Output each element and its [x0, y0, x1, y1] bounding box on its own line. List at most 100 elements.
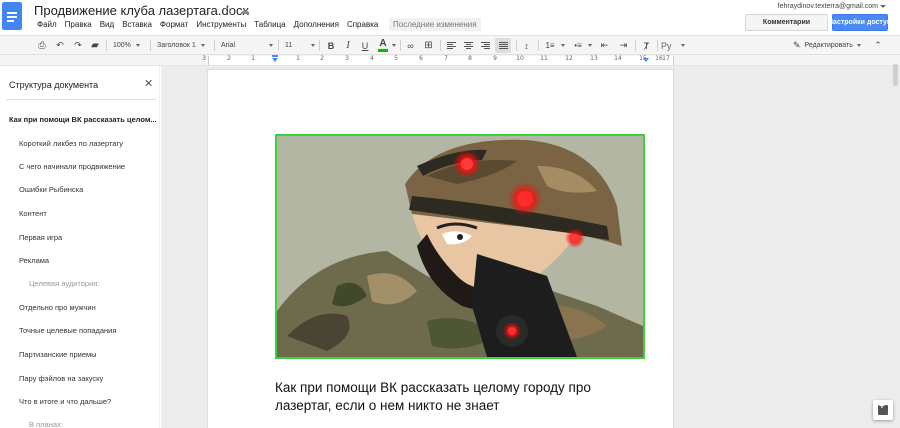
- link-icon[interactable]: ∞: [404, 38, 417, 53]
- menu-file[interactable]: Файл: [33, 18, 61, 31]
- menu-table[interactable]: Таблица: [250, 18, 289, 31]
- numbered-list-icon[interactable]: 1≡: [543, 38, 557, 53]
- last-edit-link[interactable]: Последние изменения: [389, 18, 481, 31]
- align-center-icon[interactable]: [462, 38, 474, 53]
- docs-logo-icon[interactable]: [2, 2, 22, 30]
- outline-item[interactable]: Контент: [19, 209, 47, 218]
- share-button-label: Настройки доступа: [828, 19, 896, 26]
- font-select[interactable]: Arial: [221, 38, 273, 53]
- chevron-down-icon[interactable]: [880, 5, 886, 8]
- close-icon[interactable]: ✕: [144, 77, 153, 90]
- bold-button[interactable]: B: [325, 38, 337, 53]
- ruler-number: 3: [202, 55, 206, 62]
- outline-item[interactable]: С чего начинали продвижение: [19, 162, 125, 171]
- align-justify-icon[interactable]: [495, 38, 511, 53]
- undo-icon[interactable]: ↶: [54, 38, 66, 53]
- soldier-illustration-image[interactable]: [275, 134, 645, 359]
- font-value: Arial: [221, 42, 236, 49]
- document-page[interactable]: Как при помощи ВК рассказать целому горо…: [207, 69, 674, 428]
- ruler-number: 6: [419, 55, 423, 62]
- ruler-number: 1: [251, 55, 255, 62]
- comment-icon[interactable]: ⊞: [422, 38, 435, 53]
- editing-mode-select[interactable]: ✎ Редактировать: [793, 38, 861, 53]
- zoom-select[interactable]: 100%: [113, 38, 147, 53]
- outline-item[interactable]: Как при помощи ВК рассказать целом...: [9, 115, 157, 124]
- toolbar: ⎙ ↶ ↷ ▰ 100% Заголовок 1 Arial 11 B I U …: [0, 35, 900, 55]
- explore-button[interactable]: [873, 400, 893, 420]
- drive-icon[interactable]: ☁: [239, 4, 250, 17]
- text-color-icon: A: [378, 39, 388, 52]
- first-line-indent-handle[interactable]: [272, 55, 278, 57]
- document-title[interactable]: Продвижение клуба лазертага.docx: [34, 3, 249, 18]
- text-color-button[interactable]: A: [376, 38, 390, 53]
- outline-item[interactable]: Отдельно про мужчин: [19, 303, 96, 312]
- ruler-number: 5: [394, 55, 398, 62]
- pencil-icon: ✎: [793, 40, 801, 50]
- align-left-icon[interactable]: [445, 38, 457, 53]
- ruler-number: 11: [540, 55, 548, 62]
- app-header: Продвижение клуба лазертага.docx ☆ ☁ Фай…: [0, 0, 900, 35]
- menu-tools[interactable]: Инструменты: [192, 18, 250, 31]
- bulleted-list-icon[interactable]: •≡: [571, 38, 585, 53]
- ruler-number: 4: [370, 55, 374, 62]
- soldier-illustration: [277, 136, 643, 357]
- outline-item[interactable]: Что в итоге и что дальше?: [19, 397, 111, 406]
- menu-help[interactable]: Справка: [343, 18, 382, 31]
- paint-format-icon[interactable]: ▰: [89, 38, 101, 53]
- language-select[interactable]: Ру: [661, 38, 685, 53]
- chevron-down-icon[interactable]: [391, 38, 397, 53]
- ruler-number: 12: [565, 55, 573, 62]
- line-spacing-icon[interactable]: ↕: [520, 38, 533, 53]
- menu-edit[interactable]: Правка: [61, 18, 96, 31]
- menu-view[interactable]: Вид: [96, 18, 118, 31]
- menu-bar: Файл Правка Вид Вставка Формат Инструмен…: [33, 18, 382, 31]
- collapse-icon[interactable]: ⌃: [872, 38, 884, 53]
- ruler-number: 17: [662, 55, 670, 62]
- outline-item[interactable]: Точные целевые попадания: [19, 326, 116, 335]
- outline-item[interactable]: Партизанские приемы: [19, 350, 97, 359]
- menu-addons[interactable]: Дополнения: [290, 18, 343, 31]
- document-heading[interactable]: Как при помощи ВК рассказать целому горо…: [275, 379, 647, 415]
- comments-button[interactable]: Комментарии: [745, 14, 828, 31]
- increase-indent-icon[interactable]: ⇥: [617, 38, 630, 53]
- outline-item[interactable]: Первая игра: [19, 233, 62, 242]
- redo-icon[interactable]: ↷: [72, 38, 84, 53]
- outline-item[interactable]: Реклама: [19, 256, 49, 265]
- editing-mode-label: Редактировать: [804, 42, 853, 49]
- font-size-select[interactable]: 11: [285, 38, 315, 53]
- outline-item[interactable]: Ошибки Рыбинска: [19, 185, 83, 194]
- align-right-icon[interactable]: [479, 38, 491, 53]
- italic-button[interactable]: I: [342, 38, 354, 53]
- menu-format[interactable]: Формат: [156, 18, 192, 31]
- scrollbar-thumb[interactable]: [893, 64, 898, 86]
- outline-item[interactable]: В планах:: [29, 420, 63, 428]
- ruler-number: 13: [590, 55, 598, 62]
- right-indent-handle[interactable]: [643, 58, 649, 62]
- ruler-number: 10: [516, 55, 524, 62]
- ruler-number: 2: [227, 55, 231, 62]
- document-outline: Структура документа ✕ Как при помощи ВК …: [0, 66, 160, 428]
- language-value: Ру: [661, 40, 672, 51]
- outline-item[interactable]: Короткий ликбез по лазертагу: [19, 139, 123, 148]
- menu-insert[interactable]: Вставка: [118, 18, 156, 31]
- user-email[interactable]: fehraydinov.texterra@gmail.com: [778, 3, 878, 10]
- chevron-down-icon[interactable]: [587, 38, 593, 53]
- outline-item[interactable]: Пару фэйлов на закуску: [19, 374, 103, 383]
- document-canvas[interactable]: Как при помощи ВК рассказать целому горо…: [161, 66, 900, 428]
- star-icon[interactable]: ☆: [223, 3, 234, 17]
- share-button[interactable]: Настройки доступа: [826, 14, 895, 31]
- ruler-number: 8: [468, 55, 472, 62]
- clear-formatting-icon[interactable]: Ⱦ: [640, 38, 653, 53]
- decrease-indent-icon[interactable]: ⇤: [598, 38, 611, 53]
- underline-button[interactable]: U: [359, 38, 371, 53]
- style-value: Заголовок 1: [157, 42, 196, 49]
- outline-item[interactable]: Целевая аудитория:: [29, 279, 99, 288]
- outline-divider: [6, 99, 156, 100]
- left-indent-handle[interactable]: [272, 58, 278, 62]
- print-icon[interactable]: ⎙: [36, 38, 48, 53]
- style-select[interactable]: Заголовок 1: [157, 38, 211, 53]
- explore-icon: [878, 401, 888, 415]
- ruler-number: 1: [296, 55, 300, 62]
- ruler-number: 2: [320, 55, 324, 62]
- chevron-down-icon[interactable]: [560, 38, 566, 53]
